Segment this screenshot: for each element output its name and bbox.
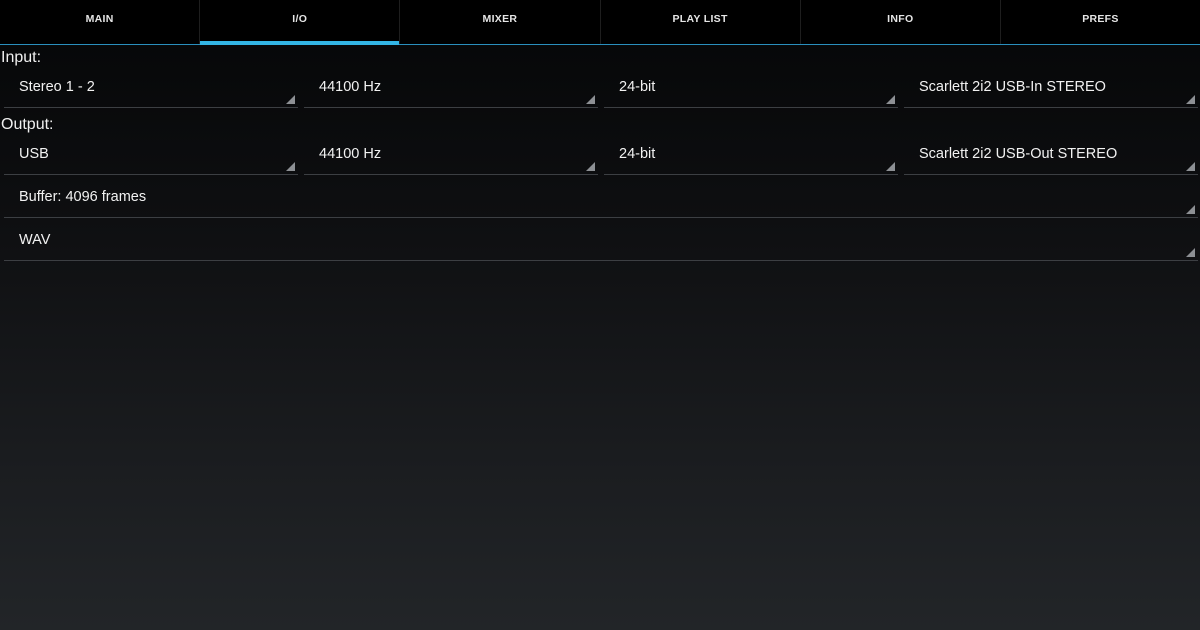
dropdown-corner-icon <box>1186 205 1195 214</box>
input-sample-rate-value: 44100 Hz <box>319 79 382 95</box>
tab-prefs[interactable]: PREFS <box>1001 0 1200 44</box>
dropdown-corner-icon <box>886 95 895 104</box>
tab-mixer-label: MIXER <box>482 13 518 25</box>
input-bit-depth-value: 24-bit <box>619 79 656 95</box>
tab-indicator <box>200 41 400 45</box>
output-channels-spinner[interactable]: USB <box>4 137 298 175</box>
tab-io-label: I/O <box>292 13 308 25</box>
input-bit-depth-spinner[interactable]: 24-bit <box>604 70 898 108</box>
tab-bar: MAIN I/O MIXER PLAY LIST INFO PREFS <box>0 0 1200 45</box>
file-format-value: WAV <box>19 232 51 248</box>
output-bit-depth-spinner[interactable]: 24-bit <box>604 137 898 175</box>
input-channels-value: Stereo 1 - 2 <box>19 79 95 95</box>
output-channels-value: USB <box>19 146 49 162</box>
dropdown-corner-icon <box>886 162 895 171</box>
tab-info[interactable]: INFO <box>801 0 1001 44</box>
tab-io[interactable]: I/O <box>200 0 401 45</box>
input-section-label: Input: <box>1 49 42 66</box>
tab-prefs-label: PREFS <box>1082 13 1119 25</box>
tab-main-label: MAIN <box>85 13 114 25</box>
input-device-spinner[interactable]: Scarlett 2i2 USB-In STEREO <box>904 70 1198 108</box>
dropdown-corner-icon <box>586 162 595 171</box>
buffer-size-spinner[interactable]: Buffer: 4096 frames <box>4 180 1198 218</box>
dropdown-corner-icon <box>1186 95 1195 104</box>
dropdown-corner-icon <box>1186 248 1195 257</box>
output-sample-rate-spinner[interactable]: 44100 Hz <box>304 137 598 175</box>
tab-main[interactable]: MAIN <box>0 0 201 44</box>
output-device-spinner[interactable]: Scarlett 2i2 USB-Out STEREO <box>904 137 1198 175</box>
tab-mixer[interactable]: MIXER <box>400 0 601 44</box>
input-sample-rate-spinner[interactable]: 44100 Hz <box>304 70 598 108</box>
dropdown-corner-icon <box>586 95 595 104</box>
output-sample-rate-value: 44100 Hz <box>319 146 382 162</box>
buffer-size-value: Buffer: 4096 frames <box>19 189 147 205</box>
dropdown-corner-icon <box>1186 162 1195 171</box>
file-format-spinner[interactable]: WAV <box>4 223 1198 261</box>
tab-play-list-label: PLAY LIST <box>672 13 728 25</box>
dropdown-corner-icon <box>286 162 295 171</box>
output-bit-depth-value: 24-bit <box>619 146 656 162</box>
dropdown-corner-icon <box>286 95 295 104</box>
output-section-label: Output: <box>1 116 54 133</box>
input-device-value: Scarlett 2i2 USB-In STEREO <box>919 79 1106 95</box>
output-device-value: Scarlett 2i2 USB-Out STEREO <box>919 146 1118 162</box>
tab-info-label: INFO <box>887 13 914 25</box>
input-channels-spinner[interactable]: Stereo 1 - 2 <box>4 70 298 108</box>
tab-play-list[interactable]: PLAY LIST <box>601 0 801 44</box>
